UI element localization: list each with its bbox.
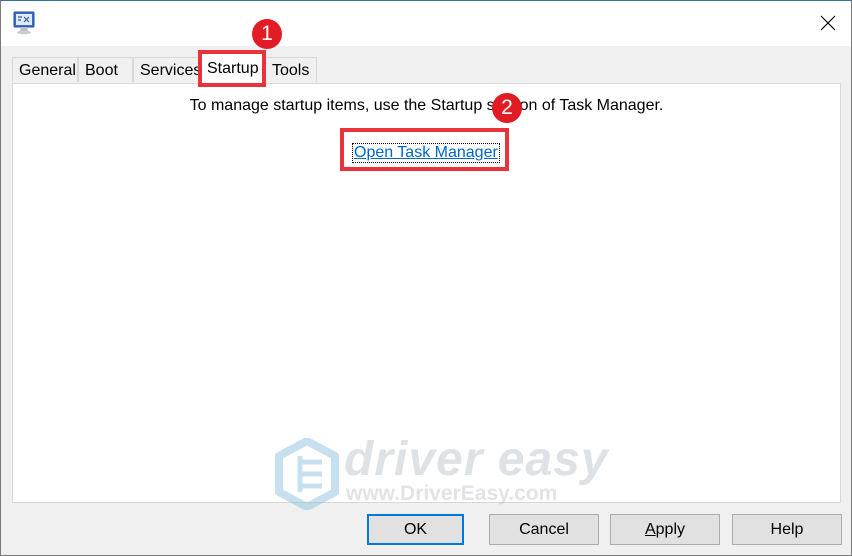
apply-label: Apply — [644, 521, 686, 538]
ok-button[interactable]: OK — [367, 514, 464, 545]
system-configuration-icon — [13, 11, 35, 35]
tab-general[interactable]: General — [12, 57, 78, 82]
step-1-badge: 1 — [252, 19, 282, 49]
tab-startup[interactable]: Startup — [200, 53, 266, 84]
cancel-button[interactable]: Cancel — [489, 514, 599, 545]
tab-boot[interactable]: Boot — [78, 57, 133, 82]
help-button[interactable]: Help — [732, 514, 842, 545]
close-button[interactable] — [807, 5, 849, 41]
startup-panel: To manage startup items, use the Startup… — [12, 83, 841, 503]
apply-button[interactable]: Apply — [610, 514, 720, 545]
tab-tools[interactable]: Tools — [265, 57, 317, 82]
step-2-badge: 2 — [492, 93, 522, 123]
tab-services[interactable]: Services — [133, 57, 201, 82]
startup-message: To manage startup items, use the Startup… — [189, 97, 664, 114]
system-configuration-dialog: General Boot Services Startup Tools To m… — [0, 0, 852, 556]
open-task-manager-link[interactable]: Open Task Manager — [352, 143, 500, 163]
close-icon — [820, 15, 836, 31]
title-bar — [1, 1, 851, 46]
